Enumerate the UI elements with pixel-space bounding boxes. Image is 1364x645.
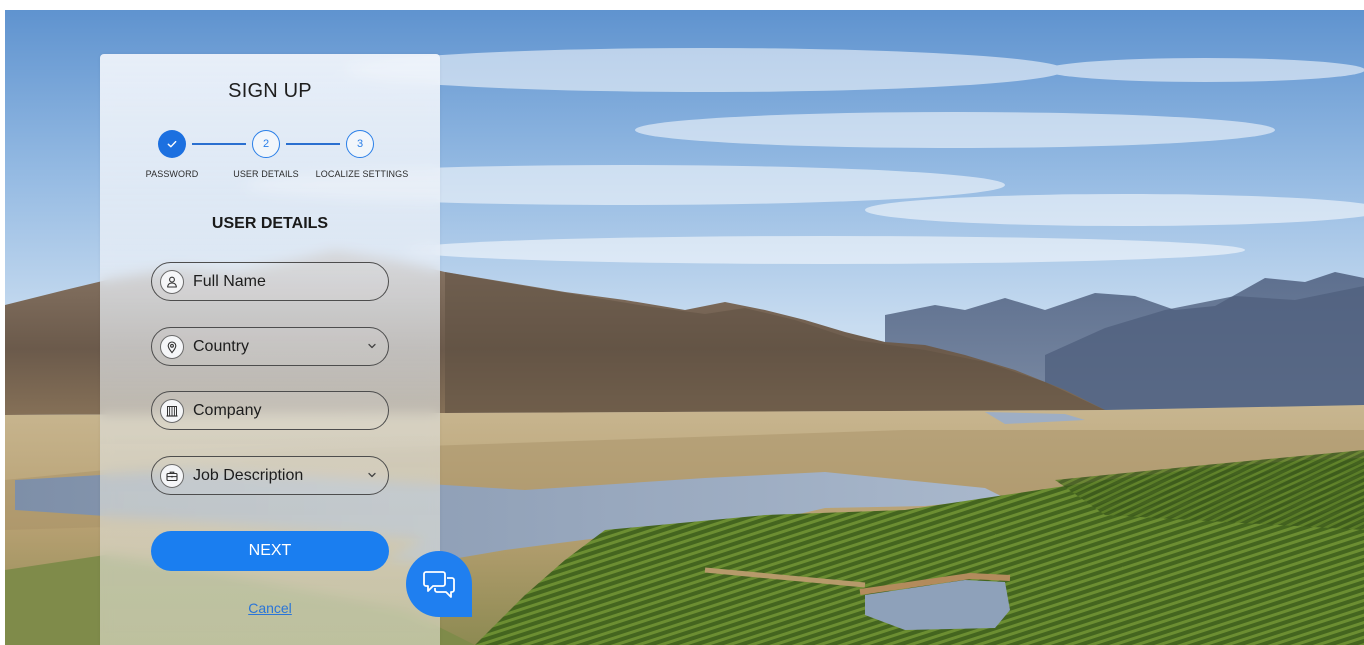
location-pin-icon bbox=[160, 334, 184, 359]
company-input[interactable]: Company bbox=[151, 391, 389, 430]
chevron-down-icon bbox=[368, 343, 376, 349]
signup-title: SIGN UP bbox=[228, 80, 312, 102]
step-label-localize-settings: LOCALIZE SETTINGS bbox=[315, 169, 409, 179]
user-icon bbox=[160, 269, 184, 294]
country-select[interactable]: Country bbox=[151, 327, 389, 366]
chat-bubbles-icon bbox=[423, 571, 455, 598]
next-button[interactable]: NEXT bbox=[151, 531, 389, 571]
step-connector bbox=[192, 143, 246, 145]
chat-button[interactable] bbox=[406, 551, 472, 617]
briefcase-icon bbox=[160, 463, 184, 488]
job-description-select[interactable]: Job Description bbox=[151, 456, 389, 495]
signup-card: SIGN UP 2 3 PASSWORD USER DETAILS LOCALI… bbox=[100, 54, 440, 645]
full-name-input[interactable]: Full Name bbox=[151, 262, 389, 301]
check-icon bbox=[167, 140, 177, 148]
section-title: USER DETAILS bbox=[211, 215, 329, 232]
company-placeholder: Company bbox=[193, 401, 262, 419]
chevron-down-icon bbox=[368, 472, 376, 478]
step-2-current: 2 bbox=[252, 130, 280, 158]
step-3-upcoming: 3 bbox=[346, 130, 374, 158]
country-placeholder: Country bbox=[193, 337, 250, 355]
full-name-placeholder: Full Name bbox=[193, 272, 266, 290]
step-2-number: 2 bbox=[262, 138, 270, 150]
building-icon bbox=[160, 398, 184, 423]
job-description-placeholder: Job Description bbox=[193, 466, 304, 484]
step-connector bbox=[286, 143, 340, 145]
cancel-link[interactable]: Cancel bbox=[100, 600, 440, 616]
step-label-password: PASSWORD bbox=[145, 169, 199, 179]
step-label-user-details: USER DETAILS bbox=[233, 169, 299, 179]
step-1-completed bbox=[158, 130, 186, 158]
step-3-number: 3 bbox=[356, 138, 364, 150]
